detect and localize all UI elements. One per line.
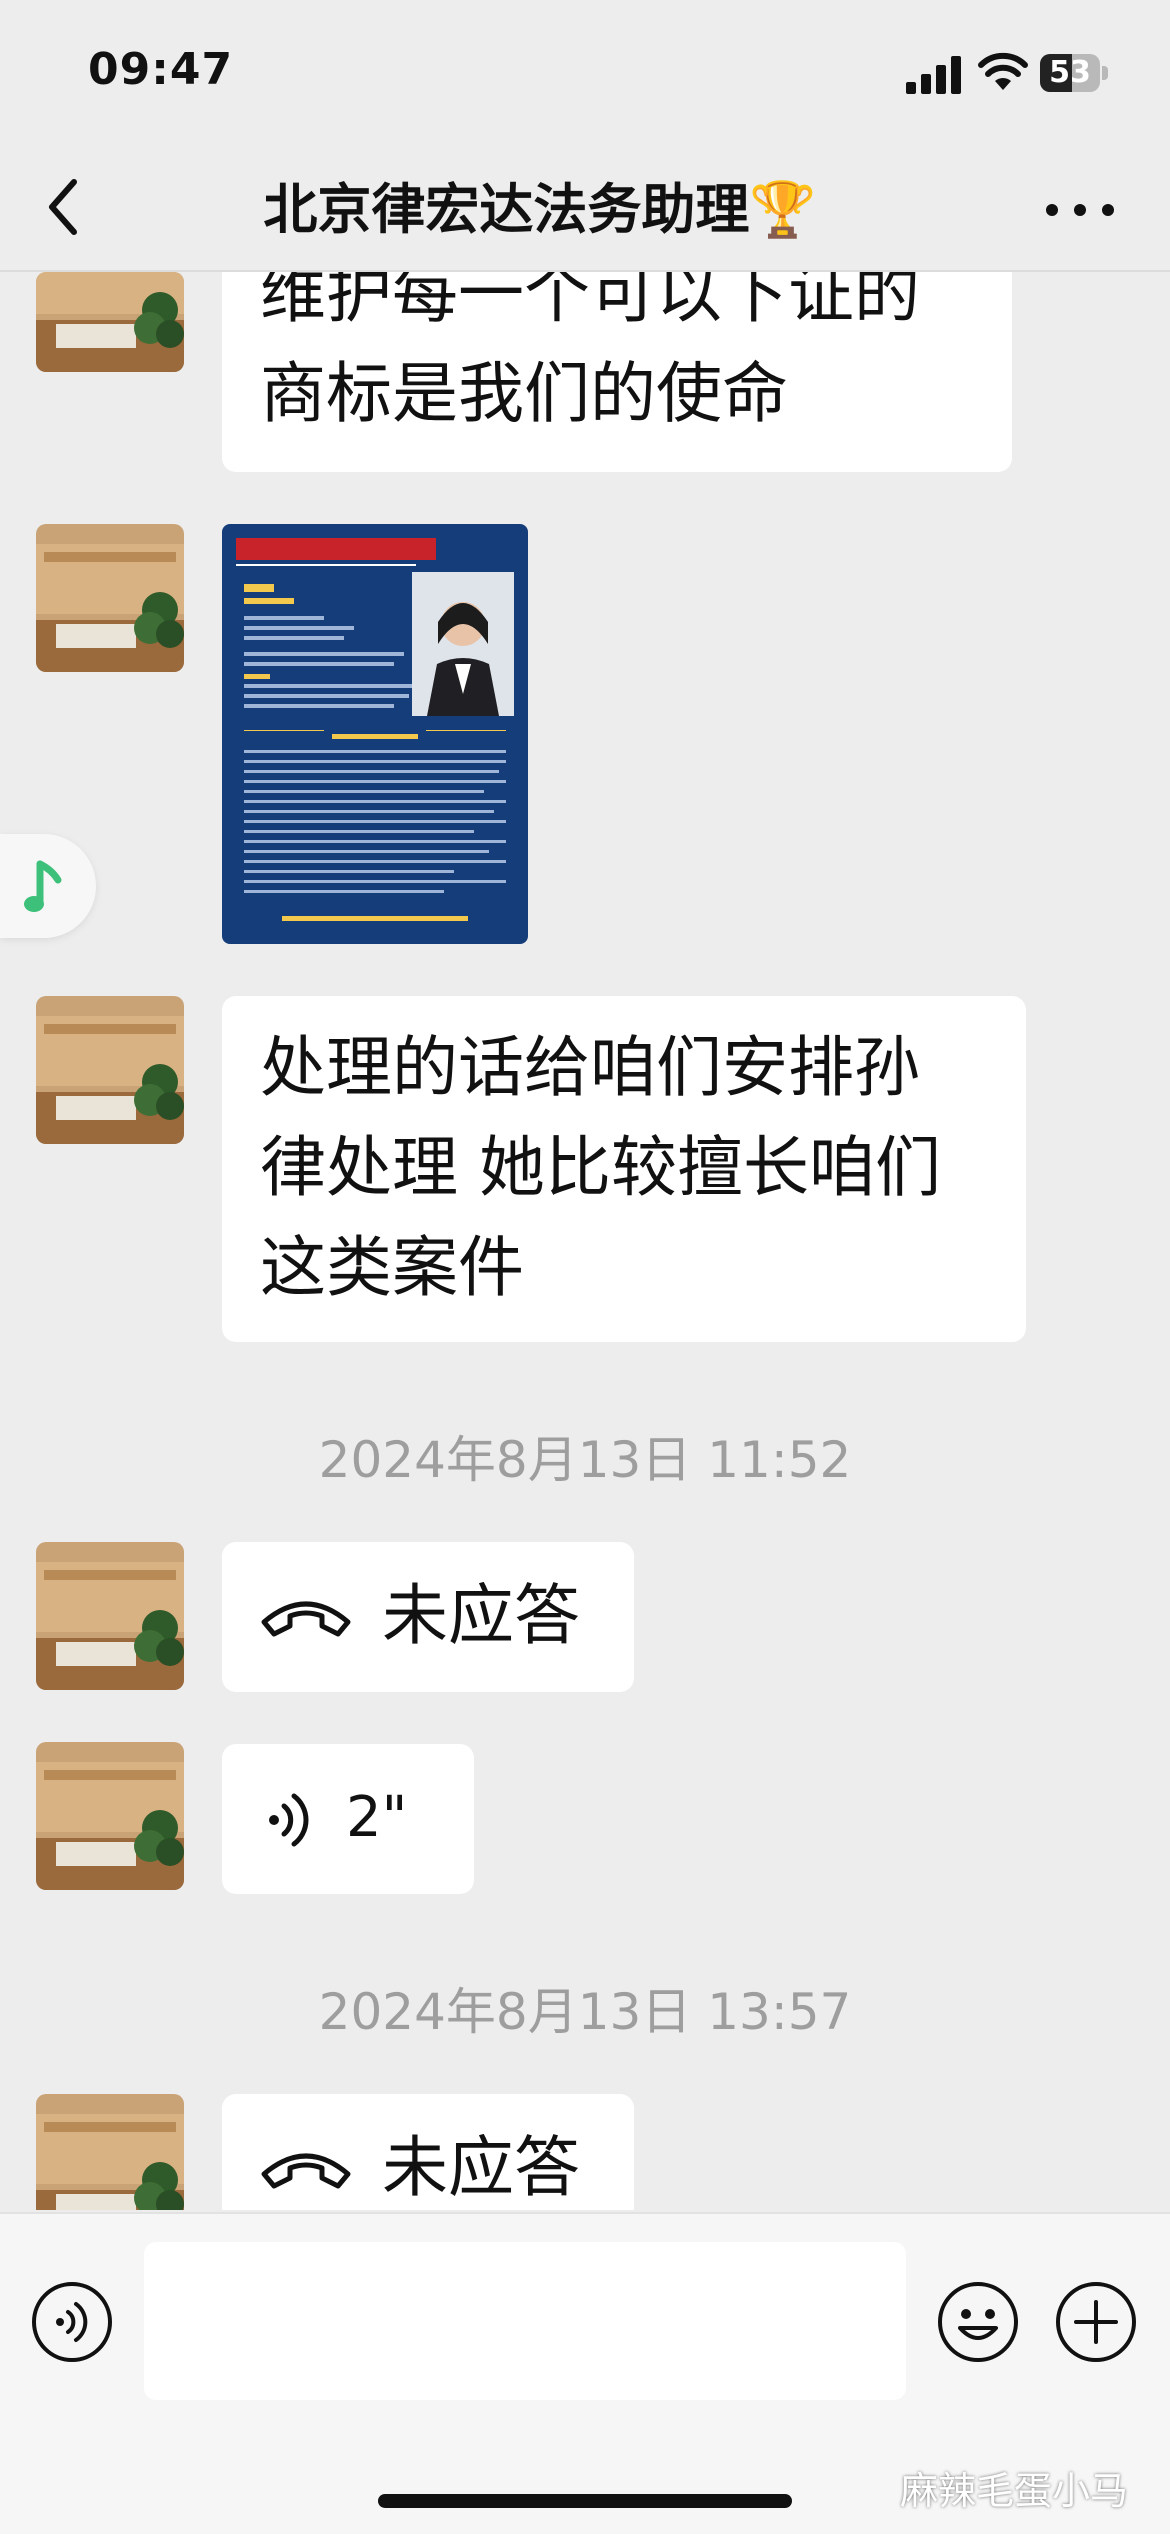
message-input[interactable] — [144, 2242, 906, 2400]
cellular-signal-icon — [906, 56, 961, 94]
chat-header: 北京律宏达法务助理🏆 — [0, 150, 1170, 272]
voice-input-icon[interactable] — [30, 2280, 114, 2364]
lawyer-profile-card-image[interactable] — [222, 524, 528, 944]
status-bar: 09:47 53 — [0, 0, 1170, 150]
voice-duration: 2" — [346, 1785, 408, 1850]
message-text: 维护每一个可以下证的 商标是我们的使命 — [260, 272, 920, 432]
call-status-text: 未应答 — [382, 1577, 580, 1654]
message-bubble[interactable]: 处理的话给咱们安排孙 律处理 她比较擅长咱们 这类案件 — [222, 996, 1026, 1342]
voice-wave-icon — [269, 1793, 309, 1847]
sender-avatar[interactable] — [36, 1542, 184, 1690]
status-time: 09:47 — [88, 44, 234, 95]
plus-circle-icon[interactable] — [1054, 2280, 1138, 2364]
sender-avatar[interactable] — [36, 524, 184, 672]
message-list[interactable]: 维护每一个可以下证的 商标是我们的使命 处理的话给咱们安排孙 律处理 她比较擅长… — [0, 272, 1170, 2210]
music-note-icon — [24, 860, 62, 912]
sender-avatar[interactable] — [36, 272, 184, 372]
phone-hangup-icon — [261, 2153, 351, 2189]
phone-hangup-icon — [261, 1601, 351, 1637]
sender-avatar[interactable] — [36, 2094, 184, 2210]
battery-percent: 53 — [1049, 55, 1091, 90]
wifi-icon — [978, 52, 1028, 90]
watermark: 麻辣毛蛋小马 — [900, 2469, 1129, 2513]
call-status-text: 未应答 — [382, 2129, 580, 2206]
message-bubble[interactable]: 维护每一个可以下证的 商标是我们的使命 — [222, 272, 1012, 472]
call-message-bubble[interactable]: 未应答 — [222, 2094, 634, 2210]
battery-icon: 53 — [1040, 54, 1110, 92]
message-text: 处理的话给咱们安排孙 律处理 她比较擅长咱们 这类案件 — [260, 1029, 941, 1306]
chat-title: 北京律宏达法务助理🏆 — [263, 178, 817, 241]
message-timestamp: 2024年8月13日 13:57 — [318, 1983, 852, 2041]
sender-avatar[interactable] — [36, 996, 184, 1144]
message-timestamp: 2024年8月13日 11:52 — [318, 1431, 852, 1489]
home-indicator[interactable] — [378, 2494, 792, 2508]
chat-input-bar: 麻辣毛蛋小马 — [0, 2212, 1170, 2534]
more-dots-icon[interactable] — [1040, 190, 1120, 230]
emoji-icon[interactable] — [936, 2280, 1020, 2364]
floating-music-button[interactable] — [0, 834, 96, 938]
back-chevron-icon[interactable] — [36, 172, 96, 242]
call-message-bubble[interactable]: 未应答 — [222, 1542, 634, 1692]
voice-message-bubble[interactable]: 2" — [222, 1744, 474, 1894]
sender-avatar[interactable] — [36, 1742, 184, 1890]
